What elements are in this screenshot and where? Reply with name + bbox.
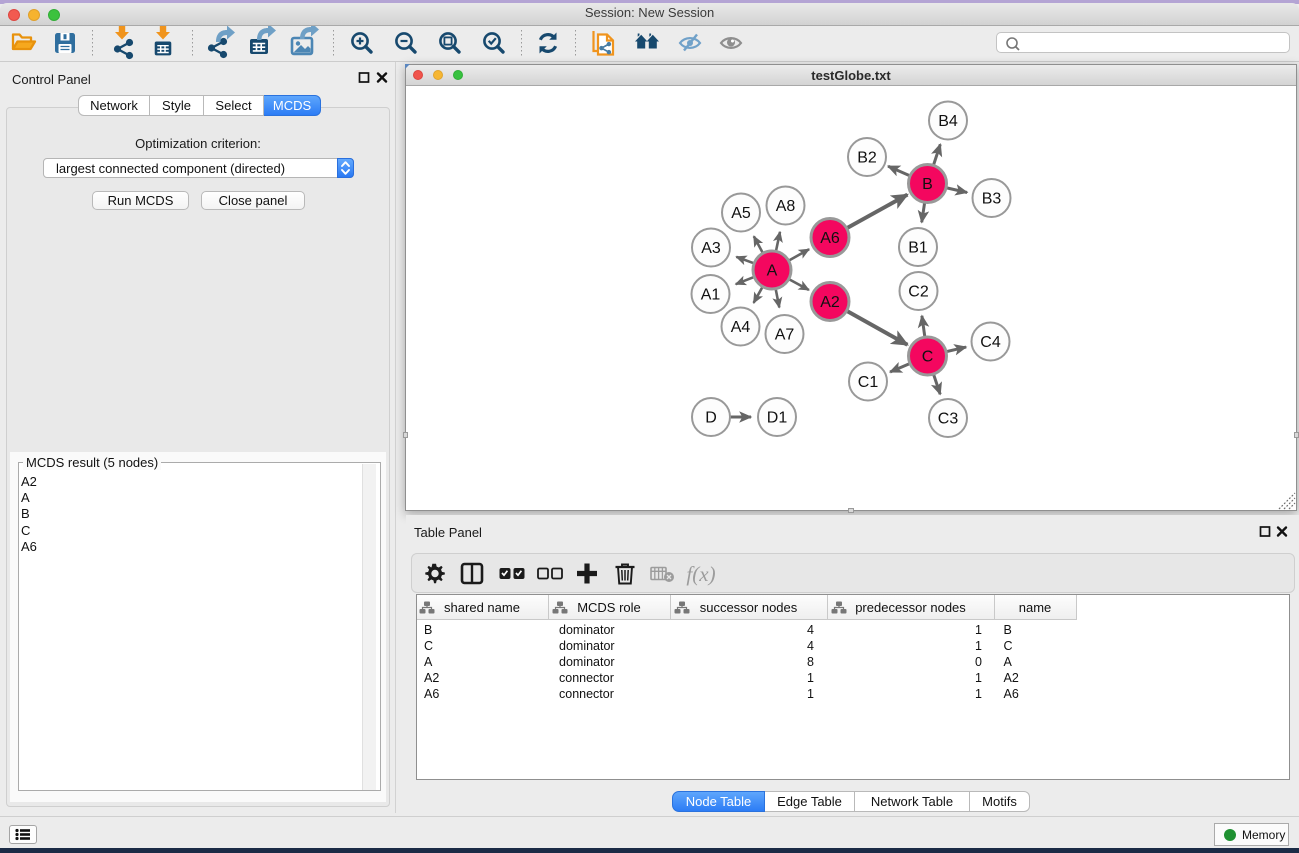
svg-text:A6: A6: [820, 230, 840, 247]
svg-text:C3: C3: [938, 411, 959, 428]
svg-text:A5: A5: [731, 205, 751, 222]
svg-text:C: C: [922, 349, 934, 366]
svg-text:A8: A8: [776, 198, 796, 215]
svg-text:A7: A7: [775, 327, 795, 344]
svg-text:B2: B2: [857, 150, 877, 167]
svg-text:A4: A4: [731, 319, 751, 336]
svg-text:C4: C4: [980, 334, 1001, 351]
svg-text:f(x): f(x): [686, 562, 715, 586]
svg-text:A: A: [767, 263, 778, 280]
svg-text:B1: B1: [908, 240, 928, 257]
svg-text:B3: B3: [982, 191, 1002, 208]
svg-text:A2: A2: [820, 294, 840, 311]
svg-text:D1: D1: [767, 410, 788, 427]
svg-text:A1: A1: [701, 287, 721, 304]
svg-text:C1: C1: [858, 374, 879, 391]
svg-text:D: D: [705, 410, 717, 427]
svg-text:C2: C2: [908, 284, 929, 301]
svg-text:B: B: [922, 176, 933, 193]
svg-text:A3: A3: [701, 240, 721, 257]
svg-text:B4: B4: [938, 113, 958, 130]
